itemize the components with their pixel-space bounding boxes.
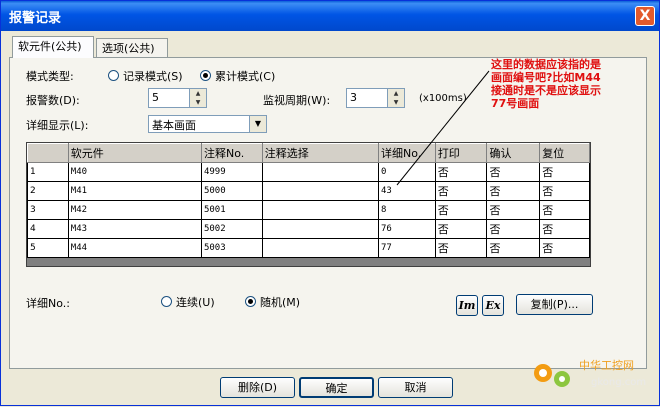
detail-continuous-radio[interactable]	[161, 296, 172, 307]
alarm-record-dialog: 报警记录 X 软元件(公共) 选项(公共) 模式类型: 记录模式(S) 累计模式…	[0, 0, 660, 406]
watermark-title: 中华工控网	[579, 358, 634, 372]
detail-random-label[interactable]: 随机(M)	[260, 294, 300, 310]
delete-button[interactable]: 删除(D)	[220, 377, 295, 398]
export-button[interactable]: Ex	[482, 295, 504, 316]
tab-device-common[interactable]: 软元件(公共)	[12, 36, 94, 58]
detail-random-radio[interactable]	[245, 296, 256, 307]
cancel-button[interactable]: 取消	[378, 377, 453, 398]
gear-icon	[534, 364, 570, 387]
copy-button[interactable]: 复制(P)...	[516, 294, 593, 315]
gkong-watermark: 中华工控网 gkong.com	[534, 358, 646, 388]
detail-no-label: 详细No.:	[26, 297, 70, 310]
annotation-arrow	[396, 70, 490, 186]
detail-continuous-label[interactable]: 连续(U)	[176, 294, 215, 310]
import-button[interactable]: Im	[456, 295, 478, 316]
watermark-url: gkong.com	[591, 377, 646, 388]
ok-button[interactable]: 确定	[299, 377, 374, 398]
tab-label: 软元件(公共)	[18, 40, 82, 53]
